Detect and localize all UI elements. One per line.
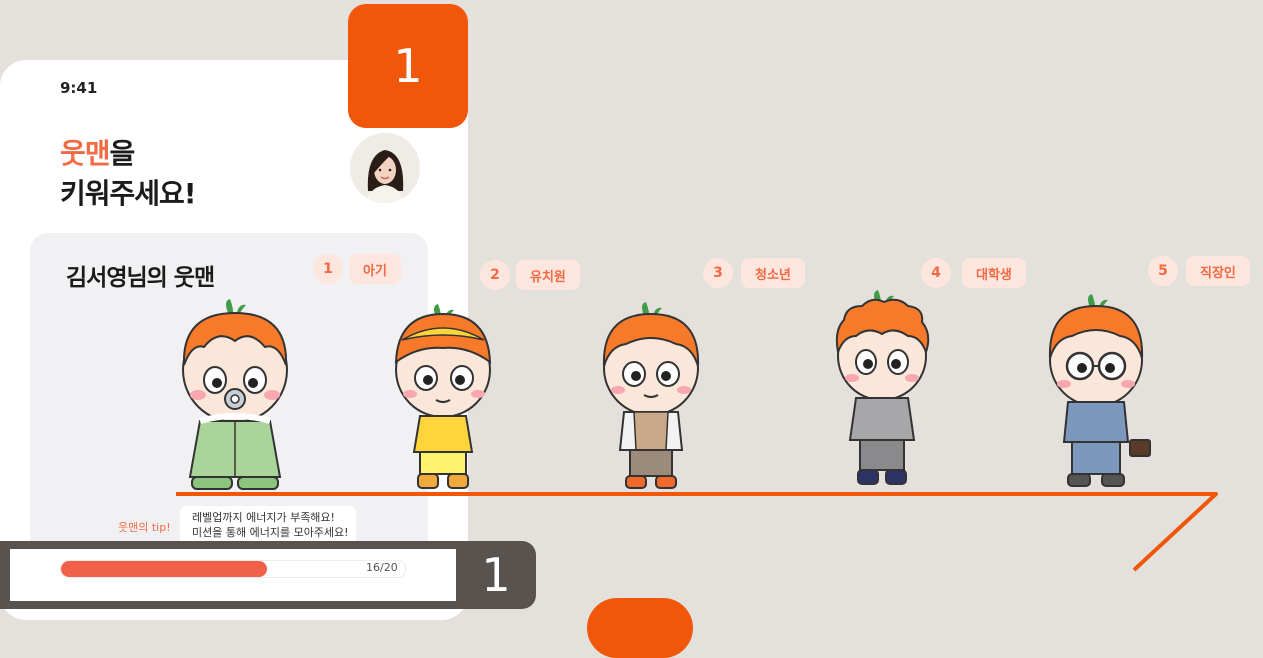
- baby-character-icon: [182, 299, 288, 490]
- office-worker-character-icon: [1048, 294, 1151, 487]
- university-character-icon: [835, 290, 930, 485]
- kindergarten-character-icon: [394, 304, 492, 489]
- teen-character-icon: [602, 302, 700, 489]
